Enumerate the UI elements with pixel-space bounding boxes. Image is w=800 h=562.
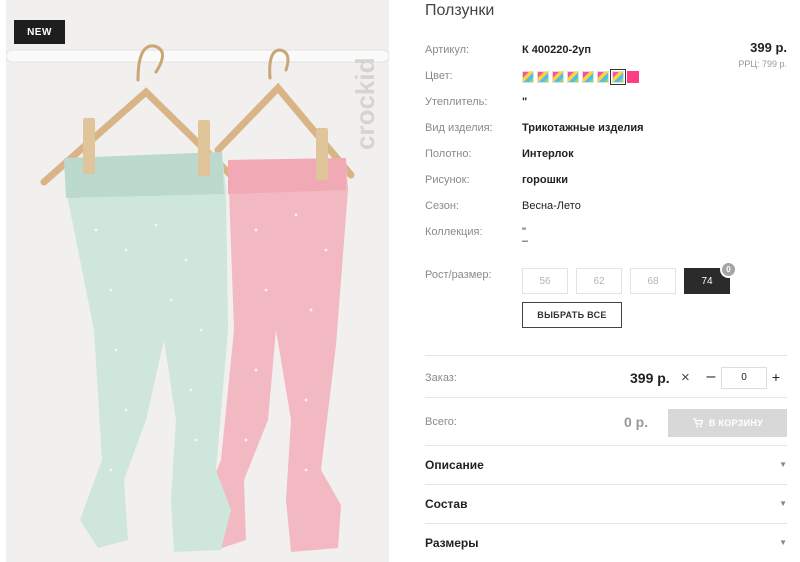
mint-pants — [64, 152, 231, 552]
qty-input[interactable]: 0 — [721, 367, 767, 389]
attr-pattern: Рисунок: горошки — [425, 172, 787, 190]
accordion-title: Состав — [425, 497, 468, 511]
accordion-sizes[interactable]: Размеры ▼ — [425, 534, 787, 554]
clip — [198, 120, 210, 176]
select-all-button[interactable]: ВЫБРАТЬ ВСЕ — [522, 302, 622, 328]
color-swatches — [522, 69, 639, 85]
size-option-62[interactable]: 62 — [576, 268, 622, 294]
qty-increase-button[interactable]: + — [769, 367, 783, 387]
sizes-label: Рост/размер: — [425, 269, 492, 281]
attr-value: К 400220-2уп — [522, 44, 592, 56]
watermark-text: crockid — [350, 58, 380, 151]
size-option-56[interactable]: 56 — [522, 268, 568, 294]
product-info-panel: Ползунки 399 р. РРЦ: 799 р. Артикул: К 4… — [425, 0, 787, 562]
add-to-cart-label: В КОРЗИНУ — [708, 418, 764, 428]
attr-value: " — [522, 96, 528, 108]
product-title: Ползунки — [425, 2, 495, 19]
color-swatch[interactable] — [552, 71, 564, 83]
attr-label: Сезон: — [425, 200, 459, 212]
attr-value: Весна-Лето — [522, 200, 581, 212]
product-photo[interactable]: crockid NEW — [6, 0, 389, 562]
multiply-icon: × — [681, 369, 690, 386]
size-options: 56 62 68 74 0 — [522, 261, 737, 294]
chevron-down-icon: ▼ — [779, 499, 787, 508]
size-option-74[interactable]: 74 0 — [684, 261, 737, 294]
color-swatch[interactable] — [567, 71, 579, 83]
accordion-composition[interactable]: Состав ▼ — [425, 495, 787, 515]
attr-season: Сезон: Весна-Лето — [425, 198, 787, 216]
clip — [83, 118, 95, 174]
color-swatch-pink[interactable] — [627, 71, 639, 83]
size-label: 74 — [701, 275, 713, 287]
accordion-title: Размеры — [425, 536, 479, 550]
color-swatch[interactable] — [522, 71, 534, 83]
accordion-title: Описание — [425, 458, 484, 472]
size-count-badge: 0 — [720, 261, 737, 278]
attr-fabric: Полотно: Интерлок — [425, 146, 787, 164]
color-swatch[interactable] — [537, 71, 549, 83]
color-swatch-selected[interactable] — [610, 69, 626, 85]
attr-label: Вид изделия: — [425, 122, 493, 134]
product-image: crockid — [6, 44, 389, 552]
rail — [6, 49, 389, 63]
attr-label: Утеплитель: — [425, 96, 488, 108]
attr-label: Цвет: — [425, 70, 453, 82]
new-badge: NEW — [14, 20, 65, 44]
divider — [425, 355, 787, 356]
attr-value: Трикотажные изделия — [522, 122, 644, 134]
total-label: Всего: — [425, 416, 457, 428]
attr-value: горошки — [522, 174, 569, 186]
size-option-68[interactable]: 68 — [630, 268, 676, 294]
attr-label: Артикул: — [425, 44, 470, 56]
color-swatch[interactable] — [597, 71, 609, 83]
attr-collection: Коллекция: — [425, 224, 787, 242]
attr-type: Вид изделия: Трикотажные изделия — [425, 120, 787, 138]
qty-decrease-button[interactable]: – — [704, 367, 718, 387]
hanger-back — [214, 48, 355, 179]
clip — [316, 128, 328, 180]
divider — [425, 397, 787, 398]
total-value: 0 р. — [624, 414, 649, 430]
attr-collection-value: " – — [522, 226, 529, 247]
order-price: 399 р. — [630, 370, 670, 386]
chevron-down-icon: ▼ — [779, 460, 787, 469]
attr-label: Полотно: — [425, 148, 472, 160]
cart-icon — [692, 418, 703, 428]
attr-label: Коллекция: — [425, 226, 483, 238]
add-to-cart-button[interactable]: В КОРЗИНУ — [668, 409, 787, 437]
chevron-down-icon: ▼ — [779, 538, 787, 547]
color-swatch[interactable] — [582, 71, 594, 83]
attr-article: Артикул: К 400220-2уп — [425, 42, 787, 60]
divider — [425, 445, 787, 446]
attr-value: Интерлок — [522, 148, 574, 160]
accordion-description[interactable]: Описание ▼ — [425, 456, 787, 476]
attr-label: Рисунок: — [425, 174, 470, 186]
order-label: Заказ: — [425, 372, 457, 384]
divider — [425, 484, 787, 485]
attr-insulation: Утеплитель: " — [425, 94, 787, 112]
divider — [425, 523, 787, 524]
